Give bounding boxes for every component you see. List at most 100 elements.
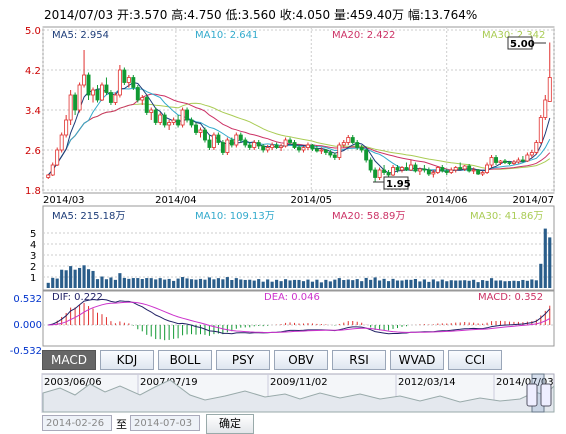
tab-psy[interactable]: PSY: [216, 350, 270, 370]
candle: [108, 90, 113, 105]
volume-bar: [525, 280, 529, 288]
volume-bar: [194, 279, 198, 288]
volume-bar: [418, 281, 422, 288]
candle: [64, 115, 69, 138]
candle: [55, 147, 60, 166]
volume-bar: [288, 280, 292, 288]
price-ma-lines: [47, 81, 551, 176]
tab-boll[interactable]: BOLL: [158, 350, 212, 370]
candle: [346, 135, 351, 145]
price-x-tick: 2014/04: [155, 195, 197, 206]
candle: [408, 160, 413, 171]
volume-bar: [248, 279, 252, 288]
candle: [68, 90, 73, 125]
candle: [274, 142, 279, 149]
candle: [547, 42, 552, 102]
candle: [417, 167, 422, 175]
candle: [503, 159, 507, 164]
volume-bar: [319, 282, 323, 288]
volume-bar: [476, 282, 480, 288]
start-date-input[interactable]: 2014-02-26: [42, 415, 112, 431]
volume-bar: [239, 279, 243, 288]
volume-bar: [297, 279, 301, 288]
volume-bar: [507, 281, 512, 288]
volume-bar: [342, 280, 346, 288]
candle: [180, 107, 185, 128]
confirm-button[interactable]: 确定: [206, 414, 254, 434]
volume-bar: [216, 278, 220, 288]
navigator-handle-left[interactable]: [526, 383, 538, 407]
volume-bar: [234, 278, 238, 288]
price-grid: [42, 27, 555, 193]
volume-bar: [355, 279, 359, 288]
volume-y-tick: 4: [30, 240, 36, 251]
tab-macd[interactable]: MACD: [42, 350, 96, 370]
navigator-handle-right[interactable]: [540, 383, 552, 407]
price-y-tick: 5.0: [25, 26, 41, 37]
tab-cci[interactable]: CCI: [448, 350, 502, 370]
volume-bar: [257, 279, 261, 288]
dif-line: [48, 298, 551, 335]
volume-bar: [230, 279, 234, 288]
end-date-input[interactable]: 2014-07-03: [130, 415, 200, 431]
candle: [211, 132, 216, 150]
volume-bar: [351, 280, 355, 288]
macd-y-tick: -0.532: [10, 346, 42, 357]
ma10-line: [47, 87, 551, 176]
candle: [305, 142, 310, 150]
price-ma10-label: MA10: 2.641: [195, 30, 258, 41]
candle: [426, 167, 431, 176]
volume-bar: [275, 279, 279, 288]
volume-bar: [498, 280, 503, 288]
min-label: 1.95: [386, 179, 411, 190]
tab-kdj[interactable]: KDJ: [100, 350, 154, 370]
min-marker: 1.95: [373, 176, 411, 190]
macd-histogram: [52, 302, 551, 341]
macd-y-axis: 0.532 0.000 -0.532: [10, 294, 42, 357]
volume-bar: [270, 281, 274, 288]
candle: [332, 152, 337, 160]
price-x-tick: 2014/07: [512, 195, 554, 206]
volume-bar: [400, 280, 404, 288]
macd-value-label: MACD: 0.352: [478, 292, 543, 303]
volume-bar: [543, 228, 547, 288]
candle: [207, 135, 212, 150]
volume-bar: [181, 277, 185, 288]
candle: [122, 67, 127, 85]
volume-bar: [95, 279, 100, 288]
volume-bar: [378, 280, 382, 288]
candle: [516, 157, 521, 164]
volume-bar: [436, 281, 440, 288]
candle: [391, 165, 396, 176]
candle: [543, 95, 548, 120]
candle: [256, 140, 261, 149]
price-x-tick: 2014/06: [426, 195, 468, 206]
volume-bar: [78, 267, 82, 288]
volume-bar: [118, 273, 122, 288]
ma5-line: [47, 81, 551, 176]
stock-chart-widget: 2014/07/03 开:3.570 高:4.750 低:3.560 收:4.0…: [0, 0, 566, 434]
ma20-line: [47, 93, 551, 176]
price-y-tick: 1.8: [25, 186, 41, 197]
volume-bar: [185, 278, 189, 288]
volume-bar: [463, 280, 467, 288]
volume-bar: [369, 279, 373, 288]
candle: [158, 112, 163, 125]
volume-bar: [279, 281, 283, 288]
volume-bar: [203, 279, 207, 288]
candle: [225, 137, 230, 155]
volume-bar: [382, 278, 386, 288]
tab-wvad[interactable]: WVAD: [390, 350, 444, 370]
volume-bar: [315, 279, 319, 288]
candle: [449, 167, 454, 174]
tab-obv[interactable]: OBV: [274, 350, 328, 370]
volume-bar: [454, 280, 458, 288]
volume-bar: [127, 278, 131, 288]
volume-bar: [539, 263, 543, 288]
price-x-axis: 2014/03 2014/04 2014/05 2014/06 2014/07: [43, 195, 554, 206]
tab-rsi[interactable]: RSI: [332, 350, 386, 370]
volume-bar: [395, 280, 400, 288]
volume-bar: [60, 269, 64, 288]
volume-y-axis: 54321: [30, 229, 36, 284]
volume-bar: [131, 278, 135, 288]
